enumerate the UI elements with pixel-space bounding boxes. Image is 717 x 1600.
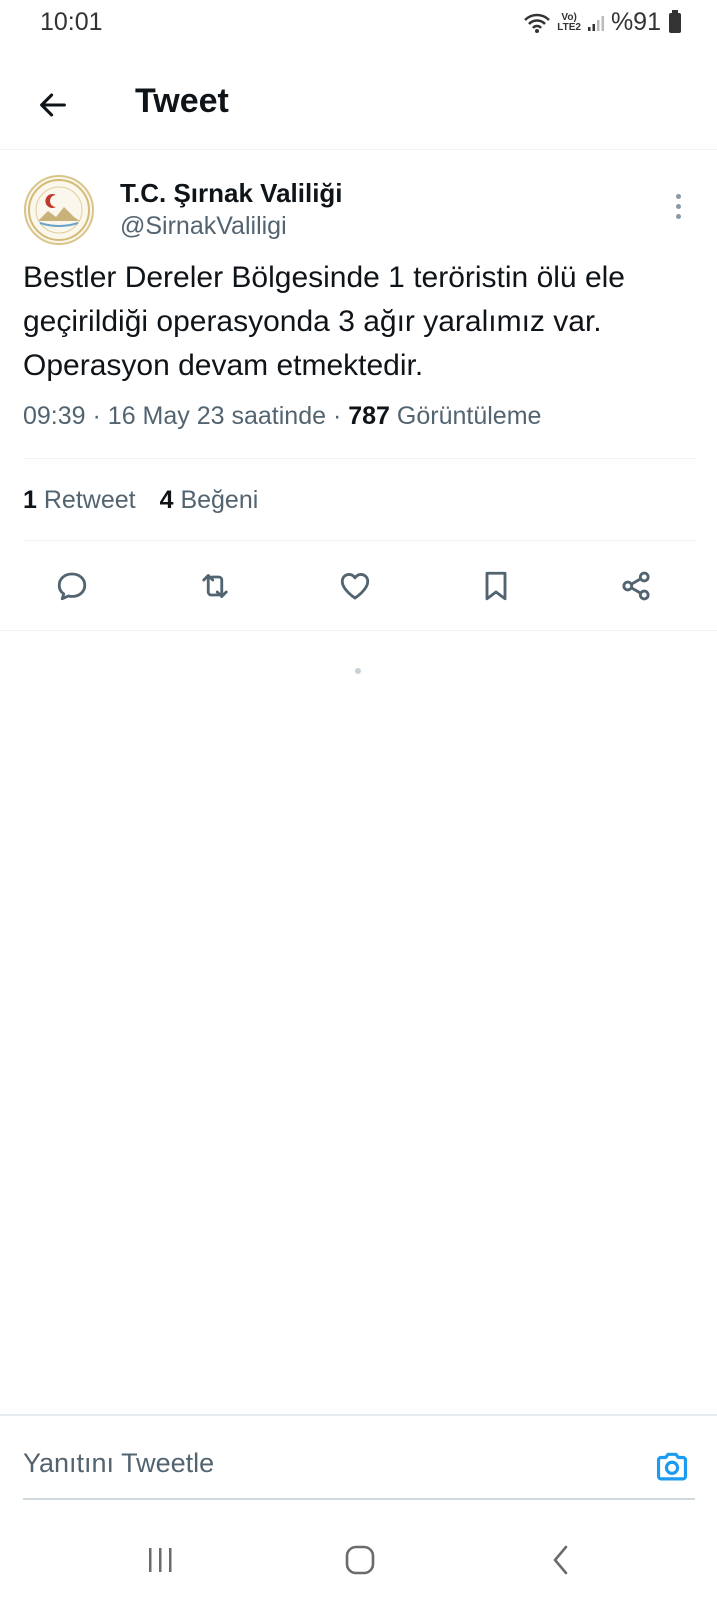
signal-icon bbox=[587, 15, 604, 31]
engagement-stats: 1 Retweet 4 Beğeni bbox=[23, 486, 258, 515]
reply-input-underline bbox=[23, 1498, 695, 1500]
author-avatar[interactable] bbox=[24, 175, 94, 245]
camera-icon bbox=[656, 1452, 688, 1481]
author-name[interactable]: T.C. Şırnak Valiliği bbox=[120, 178, 343, 209]
meta-separator: · bbox=[92, 402, 108, 430]
status-bar: 10:01 Vo) LTE2 %91 bbox=[0, 0, 717, 46]
battery-icon bbox=[669, 9, 681, 33]
retweets-label: Retweet bbox=[43, 486, 136, 514]
retweets-count: 1 bbox=[23, 486, 37, 514]
likes-label: Beğeni bbox=[180, 486, 259, 514]
author-handle[interactable]: @SirnakValiligi bbox=[120, 212, 287, 241]
system-nav-bar bbox=[0, 1520, 717, 1600]
tweet-date: 16 May 23 saatinde bbox=[107, 402, 326, 430]
share-icon bbox=[622, 571, 650, 601]
divider bbox=[23, 458, 697, 459]
more-dot-icon bbox=[675, 213, 681, 219]
camera-button[interactable] bbox=[650, 1445, 694, 1489]
retweet-icon bbox=[202, 574, 228, 598]
home-icon bbox=[345, 1545, 375, 1575]
back-button[interactable] bbox=[26, 78, 80, 132]
more-dot-icon bbox=[675, 203, 681, 209]
reply-button[interactable] bbox=[50, 564, 94, 608]
likes-count: 4 bbox=[159, 486, 174, 514]
more-dot-icon bbox=[675, 193, 681, 199]
recent-apps-icon bbox=[149, 1548, 172, 1572]
back-chevron-icon bbox=[553, 1545, 568, 1575]
retweet-button[interactable] bbox=[193, 564, 237, 608]
divider bbox=[23, 540, 697, 541]
bookmark-icon bbox=[485, 571, 507, 601]
back-arrow-icon bbox=[40, 93, 66, 117]
home-button[interactable] bbox=[335, 1538, 385, 1582]
like-icon bbox=[340, 573, 370, 600]
page-title: Tweet bbox=[135, 82, 229, 120]
volte-indicator: Vo) LTE2 bbox=[557, 11, 581, 33]
top-app-bar: Tweet bbox=[0, 60, 717, 150]
like-button[interactable] bbox=[333, 564, 377, 608]
meta-separator: · bbox=[332, 402, 349, 430]
reply-bar-divider bbox=[0, 1414, 717, 1416]
divider bbox=[0, 630, 717, 631]
recent-apps-button[interactable] bbox=[135, 1538, 185, 1582]
status-icons: Vo) LTE2 %91 bbox=[523, 8, 681, 37]
status-time: 10:01 bbox=[40, 8, 103, 36]
loading-indicator bbox=[355, 668, 361, 674]
tweet-meta: 09:39 · 16 May 23 saatinde · 787 Görüntü… bbox=[23, 402, 541, 431]
views-label[interactable]: Görüntüleme bbox=[397, 402, 542, 430]
bookmark-button[interactable] bbox=[474, 564, 518, 608]
views-count: 787 bbox=[348, 402, 390, 430]
battery-percent: %91 bbox=[610, 8, 661, 36]
reply-icon bbox=[57, 572, 87, 601]
reply-input[interactable]: Yanıtını Tweetle bbox=[23, 1448, 214, 1479]
share-button[interactable] bbox=[614, 564, 658, 608]
back-nav-button[interactable] bbox=[536, 1538, 586, 1582]
retweets-stat[interactable]: 1 Retweet bbox=[23, 486, 136, 515]
seal-logo-icon bbox=[28, 179, 90, 241]
volte-top-label: Vo) bbox=[561, 11, 577, 23]
volte-bottom-label: LTE2 bbox=[557, 21, 581, 33]
likes-stat[interactable]: 4 Beğeni bbox=[160, 486, 259, 515]
tweet-action-bar bbox=[0, 548, 717, 628]
more-options-button[interactable] bbox=[660, 188, 696, 224]
tweet-text: Bestler Dereler Bölgesinde 1 teröristin … bbox=[23, 261, 625, 382]
wifi-icon bbox=[524, 13, 551, 33]
tweet-time: 09:39 bbox=[23, 402, 86, 430]
